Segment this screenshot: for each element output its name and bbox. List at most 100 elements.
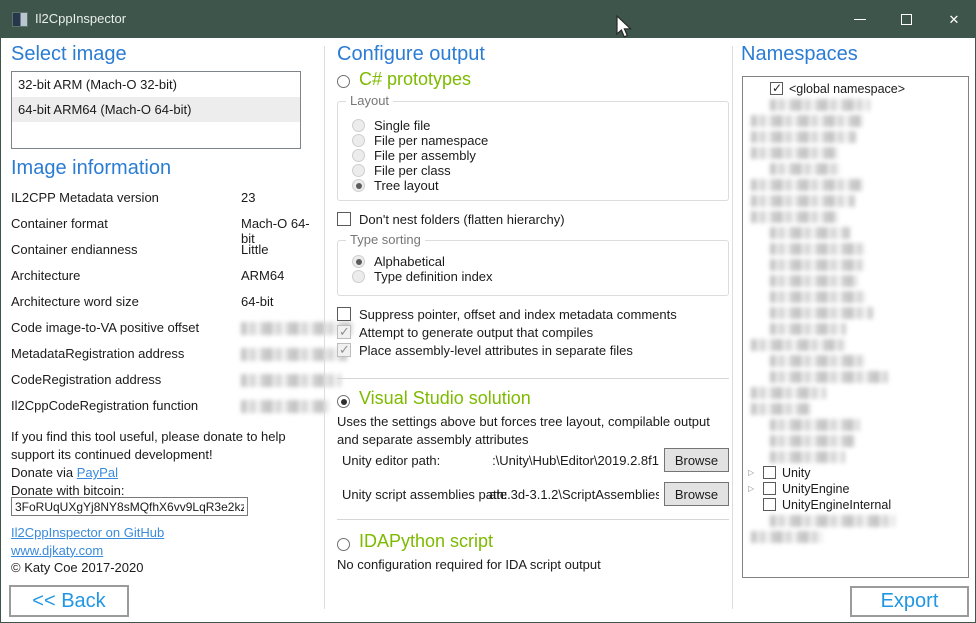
radio-button[interactable] bbox=[352, 270, 365, 283]
section-divider-2 bbox=[337, 519, 729, 520]
app-window: Il2CppInspector ✕ Select image 32-bit AR… bbox=[0, 0, 976, 623]
info-value: ARM64 bbox=[241, 268, 284, 283]
bitcoin-address-input[interactable] bbox=[11, 497, 248, 516]
info-label: IL2CPP Metadata version bbox=[11, 190, 159, 205]
info-row: ArchitectureARM64 bbox=[11, 268, 311, 288]
donation-text: If you find this tool useful, please don… bbox=[11, 428, 313, 500]
redacted-namespace-row[interactable] bbox=[743, 193, 968, 209]
redacted-namespace-row[interactable] bbox=[743, 529, 968, 545]
type-sorting-group-title: Type sorting bbox=[346, 232, 425, 247]
redacted-namespace-row[interactable] bbox=[743, 321, 968, 337]
namespace-checkbox[interactable] bbox=[763, 498, 776, 511]
unity-script-path-value[interactable]: ate.3d-3.1.2\ScriptAssemblies bbox=[489, 487, 659, 502]
visual-studio-description: Uses the settings above but forces tree … bbox=[337, 413, 729, 449]
radio-button[interactable] bbox=[352, 149, 365, 162]
namespace-row[interactable]: ▷ Unity bbox=[743, 465, 968, 481]
redacted-namespace-row[interactable] bbox=[743, 273, 968, 289]
radio-button[interactable] bbox=[352, 164, 365, 177]
redacted-namespace-row[interactable] bbox=[743, 225, 968, 241]
flatten-hierarchy-checkbox[interactable] bbox=[337, 212, 351, 226]
redacted-namespace-row[interactable] bbox=[743, 209, 968, 225]
redacted-namespace-row[interactable] bbox=[743, 353, 968, 369]
radio-button[interactable] bbox=[352, 134, 365, 147]
namespace-row[interactable]: <global namespace> bbox=[743, 81, 968, 97]
redacted-namespace-row[interactable] bbox=[743, 257, 968, 273]
attempt-compile-label: Attempt to generate output that compiles bbox=[359, 325, 593, 340]
browse-editor-button[interactable]: Browse bbox=[664, 448, 729, 472]
info-value: Little bbox=[241, 242, 268, 257]
namespace-label: <global namespace> bbox=[789, 82, 905, 96]
redacted-namespace bbox=[751, 147, 838, 159]
redacted-namespace bbox=[770, 323, 846, 335]
visual-studio-radio[interactable] bbox=[337, 395, 350, 408]
namespace-row[interactable]: ▷UnityEngine bbox=[743, 481, 968, 497]
donation-message: If you find this tool useful, please don… bbox=[11, 429, 286, 462]
info-label: Container endianness bbox=[11, 242, 137, 257]
close-button[interactable]: ✕ bbox=[931, 1, 976, 38]
csharp-prototypes-radio[interactable] bbox=[337, 75, 350, 88]
redacted-value bbox=[241, 348, 347, 361]
redacted-namespace bbox=[751, 195, 855, 207]
attempt-compile-checkbox[interactable] bbox=[337, 325, 351, 339]
redacted-namespace-row[interactable] bbox=[743, 417, 968, 433]
redacted-namespace-row[interactable] bbox=[743, 433, 968, 449]
unity-editor-path-value[interactable]: :\Unity\Hub\Editor\2019.2.8f1 bbox=[489, 453, 659, 468]
redacted-namespace-row[interactable] bbox=[743, 513, 968, 529]
redacted-namespace-row[interactable] bbox=[743, 97, 968, 113]
image-listbox[interactable]: 32-bit ARM (Mach-O 32-bit)64-bit ARM64 (… bbox=[11, 71, 301, 149]
image-list-item[interactable]: 64-bit ARM64 (Mach-O 64-bit) bbox=[12, 97, 300, 122]
configure-output-heading: Configure output bbox=[337, 43, 485, 66]
csharp-prototypes-label: C# prototypes bbox=[359, 69, 471, 90]
redacted-namespace-row[interactable] bbox=[743, 401, 968, 417]
redacted-namespace-row[interactable] bbox=[743, 241, 968, 257]
copyright-text: © Katy Coe 2017-2020 bbox=[11, 560, 143, 575]
redacted-namespace-row[interactable] bbox=[743, 289, 968, 305]
image-list-item[interactable]: 32-bit ARM (Mach-O 32-bit) bbox=[12, 72, 300, 97]
redacted-namespace-row[interactable] bbox=[743, 177, 968, 193]
radio-button[interactable] bbox=[352, 119, 365, 132]
visual-studio-label: Visual Studio solution bbox=[359, 388, 531, 409]
redacted-namespace-row[interactable] bbox=[743, 145, 968, 161]
radio-button[interactable] bbox=[352, 179, 365, 192]
namespace-checkbox[interactable] bbox=[763, 482, 776, 495]
section-divider-1 bbox=[337, 378, 729, 379]
info-value: 64-bit bbox=[241, 294, 274, 309]
idapython-label: IDAPython script bbox=[359, 531, 493, 552]
info-label: Container format bbox=[11, 216, 108, 231]
website-link[interactable]: www.djkaty.com bbox=[11, 543, 103, 558]
redacted-namespace bbox=[770, 99, 870, 111]
paypal-link[interactable]: PayPal bbox=[77, 465, 118, 480]
github-link[interactable]: Il2CppInspector on GitHub bbox=[11, 525, 164, 540]
redacted-namespace-row[interactable] bbox=[743, 305, 968, 321]
redacted-namespace-row[interactable] bbox=[743, 385, 968, 401]
namespaces-list[interactable]: <global namespace> ▷ Unity▷UnityEngineUnit… bbox=[742, 76, 969, 578]
namespace-checkbox[interactable] bbox=[763, 466, 776, 479]
idapython-radio[interactable] bbox=[337, 538, 350, 551]
redacted-namespace-row[interactable] bbox=[743, 369, 968, 385]
expander-icon[interactable]: ▷ bbox=[748, 484, 754, 493]
expander-icon[interactable]: ▷ bbox=[748, 468, 754, 477]
namespace-row[interactable]: UnityEngineInternal bbox=[743, 497, 968, 513]
image-information-heading: Image information bbox=[11, 157, 171, 180]
browse-script-button[interactable]: Browse bbox=[664, 482, 729, 506]
redacted-namespace-row[interactable] bbox=[743, 161, 968, 177]
redacted-namespace-row[interactable] bbox=[743, 129, 968, 145]
minimize-button[interactable] bbox=[837, 1, 883, 38]
maximize-button[interactable] bbox=[884, 1, 930, 38]
export-button[interactable]: Export bbox=[850, 586, 969, 617]
app-icon bbox=[12, 12, 28, 27]
redacted-namespace-row[interactable] bbox=[743, 337, 968, 353]
namespace-checkbox[interactable] bbox=[770, 82, 783, 95]
radio-button[interactable] bbox=[352, 255, 365, 268]
redacted-namespace-row[interactable] bbox=[743, 449, 968, 465]
suppress-comments-checkbox[interactable] bbox=[337, 307, 351, 321]
info-value: 23 bbox=[241, 190, 255, 205]
separate-attributes-checkbox[interactable] bbox=[337, 343, 351, 357]
redacted-namespace bbox=[770, 515, 895, 527]
middle-right-divider bbox=[732, 46, 733, 609]
redacted-namespace-row[interactable] bbox=[743, 113, 968, 129]
redacted-namespace bbox=[751, 403, 811, 415]
back-button[interactable]: << Back bbox=[9, 585, 129, 617]
info-label: Il2CppCodeRegistration function bbox=[11, 398, 198, 413]
namespace-label: Unity bbox=[782, 466, 810, 480]
